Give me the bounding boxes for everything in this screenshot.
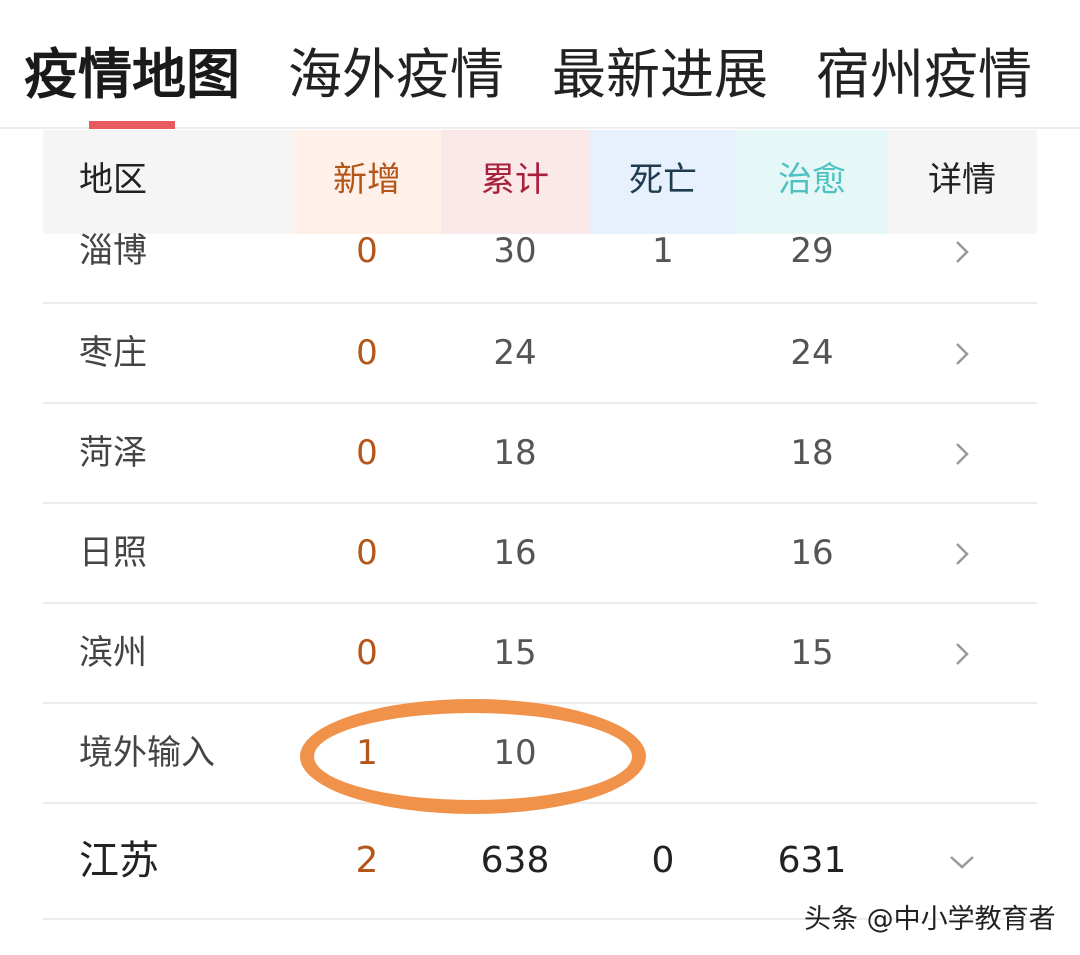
tab-suzhou[interactable]: 宿州疫情 (816, 30, 1032, 109)
table-row[interactable]: 淄博 0 30 1 29 (43, 202, 1037, 304)
new-count: 0 (356, 333, 378, 373)
table-row[interactable]: 菏泽 0 18 18 (43, 404, 1037, 504)
new-count: 0 (356, 533, 378, 573)
death-count (589, 604, 737, 702)
new-count: 0 (356, 433, 378, 473)
chevron-right-icon[interactable] (887, 304, 1037, 402)
tab-latest-progress[interactable]: 最新进展 (552, 30, 768, 109)
table-row[interactable]: 日照 0 16 16 (43, 504, 1037, 604)
death-count (589, 404, 737, 502)
region-name: 日照 (79, 533, 147, 573)
region-name: 境外输入 (79, 733, 215, 773)
recovered-count: 29 (790, 231, 834, 271)
death-count (589, 504, 737, 602)
total-count: 16 (493, 533, 537, 573)
table-row[interactable]: 枣庄 0 24 24 (43, 304, 1037, 404)
recovered-count: 24 (790, 333, 834, 373)
chevron-right-icon[interactable] (887, 604, 1037, 702)
total-count: 638 (480, 840, 550, 881)
province-name: 江苏 (79, 838, 159, 884)
death-count (589, 704, 737, 802)
total-count: 15 (493, 633, 537, 673)
total-count: 10 (493, 733, 537, 773)
table-row[interactable]: 滨州 0 15 15 (43, 604, 1037, 704)
new-count: 2 (355, 840, 379, 881)
watermark: 头条 @中小学教育者 (804, 904, 1056, 935)
region-name: 滨州 (79, 633, 147, 673)
new-count: 0 (356, 633, 378, 673)
region-name: 枣庄 (79, 333, 147, 373)
recovered-count: 15 (790, 633, 834, 673)
chevron-right-icon[interactable] (887, 504, 1037, 602)
region-name: 淄博 (79, 231, 147, 271)
chevron-right-icon[interactable] (887, 404, 1037, 502)
active-tab-indicator (89, 121, 175, 129)
total-count: 30 (493, 231, 537, 271)
new-count: 1 (356, 733, 378, 773)
recovered-count (737, 704, 887, 802)
tab-epidemic-map[interactable]: 疫情地图 (24, 30, 240, 109)
new-count: 0 (356, 231, 378, 271)
chevron-right-icon[interactable] (887, 202, 1037, 300)
recovered-count: 18 (790, 433, 834, 473)
tab-overseas[interactable]: 海外疫情 (288, 30, 504, 109)
death-count: 1 (652, 231, 674, 271)
tab-bar: 疫情地图 海外疫情 最新进展 宿州疫情 (0, 0, 1080, 129)
table-row: 境外输入 1 10 (43, 704, 1037, 804)
death-count (589, 304, 737, 402)
recovered-count: 16 (790, 533, 834, 573)
total-count: 24 (493, 333, 537, 373)
total-count: 18 (493, 433, 537, 473)
death-count: 0 (651, 840, 675, 881)
region-name: 菏泽 (79, 433, 147, 473)
